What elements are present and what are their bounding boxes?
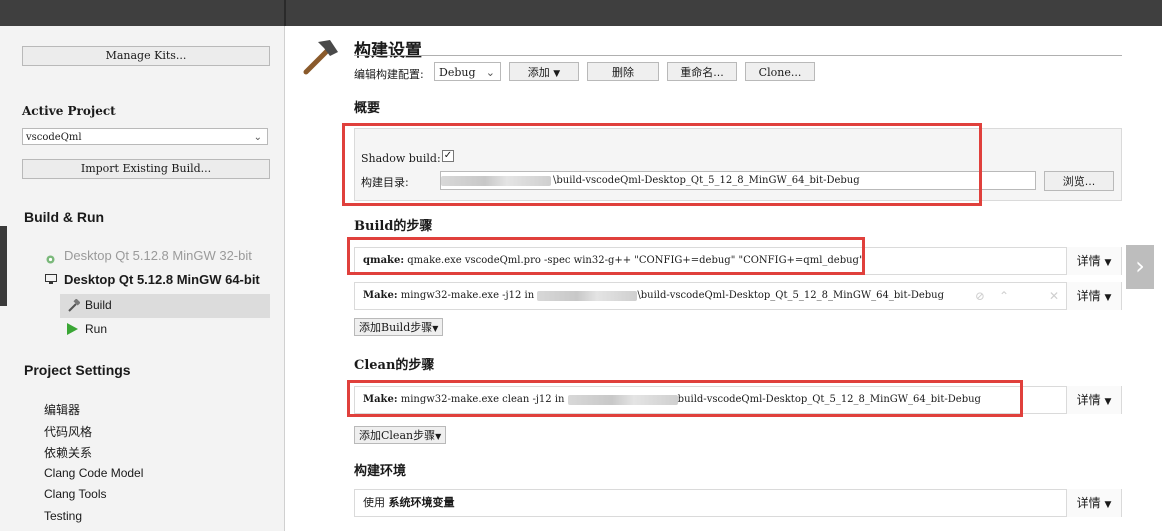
import-existing-build-button[interactable]: Import Existing Build... xyxy=(22,159,270,179)
build-steps-heading: Build的步骤 xyxy=(354,219,433,234)
project-select-value: vscodeQml xyxy=(26,132,82,143)
page-title: 构建设置 xyxy=(354,41,422,61)
rename-config-button[interactable]: 重命名... xyxy=(667,62,737,81)
active-project-label: Active Project xyxy=(22,104,116,118)
project-select[interactable]: vscodeQml ⌄ xyxy=(22,128,268,145)
details-button[interactable]: 详情 ▼ xyxy=(1066,386,1121,414)
details-label: 详情 xyxy=(1076,393,1101,407)
chevron-right-icon[interactable]: › xyxy=(1126,245,1154,289)
details-label: 详情 xyxy=(1076,254,1101,268)
dropdown-arrow-icon: ▼ xyxy=(1104,258,1112,268)
sidebar-item-testing[interactable]: Testing xyxy=(44,509,82,523)
chevron-down-icon: ⌄ xyxy=(253,132,262,143)
top-bar-divider xyxy=(284,0,286,26)
monitor-icon xyxy=(45,274,57,285)
dropdown-arrow-icon: ▼ xyxy=(432,324,439,333)
add-config-label: 添加 xyxy=(527,66,550,79)
config-select[interactable]: Debug ⌄ xyxy=(434,62,501,81)
edit-config-label: 编辑构建配置: xyxy=(354,68,424,81)
sidebar-item-dependencies[interactable]: 依赖关系 xyxy=(44,444,92,461)
sidebar-item-editor[interactable]: 编辑器 xyxy=(44,401,80,418)
env-value: 系统环境变量 xyxy=(388,496,455,509)
dropdown-arrow-icon: ▼ xyxy=(1104,500,1112,510)
kit-mingw64[interactable]: Desktop Qt 5.12.8 MinGW 64-bit xyxy=(64,272,260,287)
sidebar-item-clang-tools[interactable]: Clang Tools xyxy=(44,487,106,501)
disable-icon[interactable]: ⊘ xyxy=(975,283,985,309)
top-bar xyxy=(0,0,1162,26)
hammer-icon xyxy=(67,298,81,315)
dropdown-arrow-icon: ▼ xyxy=(1104,397,1112,407)
sidebar-item-build[interactable]: Build xyxy=(85,298,112,312)
step-path: \build-vscodeQml-Desktop_Qt_5_12_8_MinGW… xyxy=(637,290,945,301)
dropdown-arrow-icon: ▼ xyxy=(1104,293,1112,303)
clean-steps-heading: Clean的步骤 xyxy=(354,358,435,373)
add-config-button[interactable]: 添加 ▼ xyxy=(509,62,579,81)
highlight-box-overview xyxy=(342,123,982,206)
dropdown-arrow-icon: ▼ xyxy=(435,432,442,441)
redacted-path xyxy=(537,290,638,301)
add-build-step-label: 添加Build步骤 xyxy=(359,321,433,334)
step-command: mingw32-make.exe -j12 in xyxy=(400,290,535,301)
build-env-row[interactable]: 使用 系统环境变量 详情 ▼ xyxy=(354,489,1122,517)
browse-button[interactable]: 浏览... xyxy=(1044,171,1114,191)
manage-kits-button[interactable]: Manage Kits... xyxy=(22,46,270,66)
title-divider xyxy=(354,55,1122,56)
step-name: Make: xyxy=(363,290,398,301)
details-button[interactable]: 详情 ▼ xyxy=(1066,489,1121,517)
run-icon xyxy=(67,323,78,338)
details-button[interactable]: 详情 ▼ xyxy=(1066,247,1121,275)
details-button[interactable]: 详情 ▼ xyxy=(1066,282,1121,310)
remove-icon[interactable]: ✕ xyxy=(1049,283,1059,309)
sidebar-item-run[interactable]: Run xyxy=(85,322,107,336)
add-clean-step-label: 添加Clean步骤 xyxy=(359,429,436,442)
sidebar-item-code-style[interactable]: 代码风格 xyxy=(44,423,92,440)
build-step-make[interactable]: Make: mingw32-make.exe -j12 in \build-vs… xyxy=(354,282,1122,310)
sidebar: Manage Kits... Active Project vscodeQml … xyxy=(0,26,285,531)
highlight-box-qmake xyxy=(347,237,865,275)
dropdown-arrow-icon: ▼ xyxy=(553,69,561,79)
project-settings-heading: Project Settings xyxy=(24,362,131,378)
highlight-box-clean xyxy=(347,380,1023,417)
add-clean-step-button[interactable]: 添加Clean步骤▼ xyxy=(354,426,447,444)
config-select-value: Debug xyxy=(439,66,476,79)
delete-config-button[interactable]: 删除 xyxy=(587,62,659,81)
env-use-label: 使用 xyxy=(363,496,385,509)
kit-disabled-icon xyxy=(46,253,55,264)
build-env-heading: 构建环境 xyxy=(354,464,407,479)
sidebar-edge xyxy=(0,226,7,306)
details-label: 详情 xyxy=(1076,289,1101,303)
chevron-down-icon: ⌄ xyxy=(485,66,495,79)
clone-config-button[interactable]: Clone... xyxy=(745,62,815,81)
build-run-heading: Build & Run xyxy=(24,209,105,225)
overview-heading: 概要 xyxy=(354,101,381,116)
move-up-icon[interactable]: ⌃ xyxy=(999,283,1009,309)
build-settings-icon xyxy=(300,38,340,79)
add-build-step-button[interactable]: 添加Build步骤▼ xyxy=(354,318,444,336)
details-label: 详情 xyxy=(1076,496,1101,510)
kit-mingw32[interactable]: Desktop Qt 5.12.8 MinGW 32-bit xyxy=(64,248,252,263)
sidebar-item-clang-code-model[interactable]: Clang Code Model xyxy=(44,466,143,480)
